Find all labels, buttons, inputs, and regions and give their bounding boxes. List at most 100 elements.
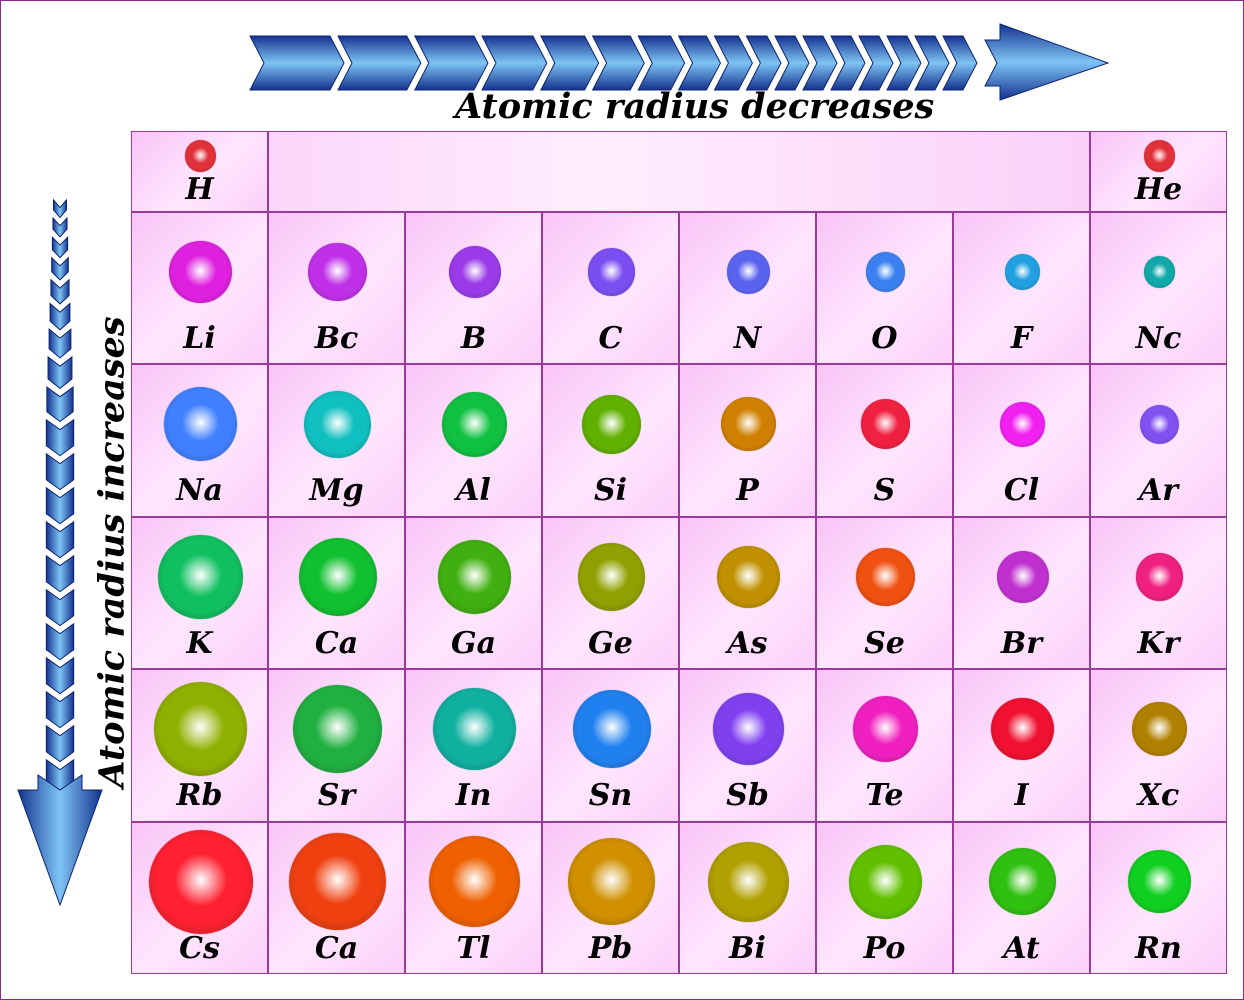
atom-sphere — [572, 690, 651, 769]
arrow-chevron — [45, 690, 75, 729]
element-cell: Ar — [1090, 364, 1227, 517]
atom-sphere — [1139, 404, 1180, 445]
atom-sphere — [717, 545, 780, 608]
element-cell: Po — [816, 821, 953, 974]
empty-header-cell — [268, 131, 1090, 212]
element-symbol: Sn — [588, 778, 633, 814]
element-symbol: Li — [183, 321, 216, 356]
arrow-chevron — [49, 302, 71, 331]
element-cell: Br — [953, 516, 1090, 670]
element-symbol: Rb — [176, 778, 223, 814]
atom-sphere — [1135, 552, 1184, 601]
arrow-chevron — [45, 452, 75, 491]
atom-sphere — [158, 534, 243, 619]
element-cell: At — [953, 821, 1090, 974]
element-cell: As — [679, 516, 816, 670]
element-symbol: S — [873, 473, 896, 509]
element-cell: I — [953, 669, 1090, 822]
element-cell: S — [816, 364, 953, 517]
element-symbol: Te — [865, 778, 904, 814]
element-cell: Sr — [268, 669, 405, 822]
element-symbol: C — [598, 321, 623, 356]
element-symbol: Se — [864, 625, 905, 661]
atom-sphere — [577, 542, 646, 611]
atom-sphere — [303, 390, 372, 459]
arrow-chevron — [45, 520, 75, 559]
element-cell: Al — [405, 364, 542, 517]
arrow-chevron — [51, 256, 69, 281]
arrow-chevron — [540, 35, 600, 91]
element-symbol: Cs — [179, 930, 220, 966]
element-cell: Ca — [268, 821, 405, 974]
element-symbol: Al — [456, 473, 491, 509]
atom-sphere — [448, 246, 501, 298]
atom-sphere — [996, 550, 1049, 603]
element-symbol: As — [727, 625, 768, 661]
element-symbol: I — [1014, 778, 1029, 814]
element-cell: Rb — [131, 669, 268, 822]
arrow-chevron — [249, 35, 345, 91]
element-cell: Cs — [131, 821, 268, 974]
arrow-chevron — [337, 35, 422, 91]
element-symbol: K — [186, 625, 213, 661]
atom-sphere — [148, 829, 253, 934]
element-cell: Te — [816, 669, 953, 822]
element-symbol: Sr — [317, 778, 356, 814]
arrow-chevron — [45, 588, 75, 627]
element-symbol: Cl — [1003, 473, 1040, 509]
atom-sphere — [428, 835, 521, 928]
atom-sphere — [1128, 850, 1191, 913]
element-cell: Cl — [953, 364, 1090, 517]
element-cell: K — [131, 516, 268, 670]
atom-sphere — [1132, 702, 1187, 757]
atom-sphere — [587, 248, 636, 296]
element-cell: Sb — [679, 669, 816, 822]
atom-sphere — [184, 140, 217, 172]
element-symbol: Po — [863, 930, 906, 966]
element-cell: In — [405, 669, 542, 822]
arrow-chevron — [591, 35, 645, 91]
arrow-chevron — [637, 35, 686, 91]
vertical-trend-label: Atomic radius increases — [91, 316, 133, 788]
atom-sphere — [288, 832, 387, 931]
element-symbol: Kr — [1137, 625, 1180, 661]
element-symbol: H — [185, 172, 214, 207]
element-symbol: N — [733, 321, 762, 356]
atom-sphere — [437, 539, 512, 614]
arrow-chevron — [45, 418, 75, 457]
atom-sphere — [991, 697, 1054, 761]
arrow-head — [17, 774, 103, 907]
arrow-chevron — [45, 554, 75, 593]
element-symbol: Ga — [450, 625, 497, 661]
arrow-chevron — [53, 198, 67, 219]
atom-sphere — [708, 841, 789, 922]
element-symbol: Nc — [1135, 321, 1182, 356]
atom-sphere — [1143, 256, 1176, 288]
element-cell: Ge — [542, 516, 679, 670]
arrow-chevron — [45, 724, 75, 763]
vertical-arrow-icon — [17, 198, 103, 907]
element-symbol: F — [1010, 321, 1033, 356]
atom-sphere — [293, 684, 382, 774]
atom-sphere — [582, 395, 641, 454]
element-cell: Tl — [405, 821, 542, 974]
atom-sphere — [153, 682, 248, 776]
element-symbol: O — [871, 321, 898, 356]
atom-sphere — [726, 250, 771, 294]
atom-sphere — [298, 537, 377, 616]
atom-sphere — [308, 242, 367, 302]
element-symbol: He — [1134, 172, 1183, 207]
element-cell: Pb — [542, 821, 679, 974]
atom-sphere — [865, 252, 906, 292]
arrow-chevron — [47, 355, 73, 389]
element-symbol: Ca — [314, 625, 359, 661]
arrow-chevron — [46, 386, 74, 423]
element-cell: Bi — [679, 821, 816, 974]
element-cell: Bc — [268, 212, 405, 365]
element-cell: Xc — [1090, 669, 1227, 822]
element-cell: N — [679, 212, 816, 365]
arrow-chevron — [481, 35, 548, 91]
element-cell: P — [679, 364, 816, 517]
element-symbol: Xc — [1137, 778, 1180, 814]
arrow-chevron — [45, 486, 75, 525]
